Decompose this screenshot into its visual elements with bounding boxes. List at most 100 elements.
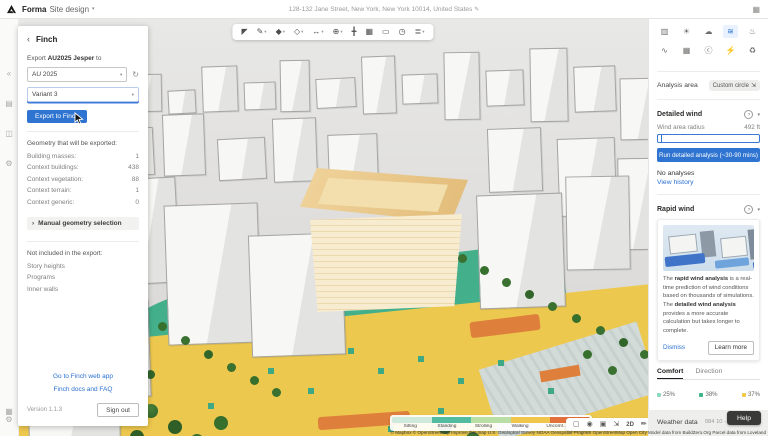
building xyxy=(619,78,648,141)
box-mode-icon[interactable]: ▢ xyxy=(573,421,580,428)
draw-tool[interactable]: ✎▾ xyxy=(257,28,267,36)
chevron-down-icon: ▾ xyxy=(264,29,266,35)
geometry-row: Context vegetation:88 xyxy=(27,174,139,185)
operational-energy-icon[interactable]: ⚡ xyxy=(723,44,738,57)
chevron-down-icon: ▾ xyxy=(340,29,342,35)
layers-tool[interactable]: ≣▾ xyxy=(415,28,425,36)
finch-docs-link[interactable]: Finch docs and FAQ xyxy=(27,383,139,396)
teal-speckles xyxy=(348,348,354,354)
chevron-down-icon[interactable]: ▾ xyxy=(92,6,95,12)
building xyxy=(201,65,239,112)
measure-tool[interactable]: ↔▾ xyxy=(312,28,323,36)
history-tool[interactable]: ◷ xyxy=(399,28,406,36)
environment-tool[interactable]: ⊕▾ xyxy=(333,28,343,36)
chevron-down-icon: ▾ xyxy=(321,29,323,35)
table-tool[interactable]: ▦ xyxy=(365,28,373,36)
building xyxy=(485,69,524,106)
selected-building-body xyxy=(310,214,462,312)
building xyxy=(217,137,267,181)
chevron-down-icon[interactable]: ▾ xyxy=(757,207,760,213)
noise-icon[interactable]: ∿ xyxy=(657,44,672,57)
learn-more-button[interactable]: Learn more xyxy=(708,341,754,355)
sculpt-tool[interactable]: ◆▾ xyxy=(276,28,285,36)
shapes-icon: ◇ xyxy=(294,28,300,36)
solar-panel-icon[interactable]: ▦ xyxy=(679,44,694,57)
product-switcher[interactable]: Site design xyxy=(49,5,89,14)
thermal-comfort-icon[interactable]: ♨ xyxy=(745,25,760,38)
embodied-carbon-icon[interactable]: ⓒ xyxy=(701,44,716,57)
help-button[interactable]: Help xyxy=(727,411,761,425)
sign-out-button[interactable]: Sign out xyxy=(97,403,139,417)
legend-swatch-sitting xyxy=(392,417,432,423)
building xyxy=(167,89,196,114)
excluded-item: Story heights xyxy=(27,261,139,272)
2d-mode-button[interactable]: 2D xyxy=(626,422,634,428)
analysis-area-chip[interactable]: Custom circle ⇲ xyxy=(709,80,760,91)
table-icon: ▦ xyxy=(365,28,373,36)
analysis-name-input[interactable] xyxy=(657,134,760,143)
geometry-row: Context buildings:438 xyxy=(27,162,139,173)
sun-hours-icon[interactable]: ☀ xyxy=(679,25,694,38)
building xyxy=(162,113,206,176)
shapes-tool[interactable]: ◇▾ xyxy=(294,28,303,36)
legend-swatch-standing xyxy=(432,417,472,423)
globe-icon: ⊕ xyxy=(333,28,340,36)
building xyxy=(565,175,631,270)
back-icon[interactable]: ‹ xyxy=(27,35,30,44)
settings-icon[interactable]: ⚙ xyxy=(5,160,12,168)
text-caret xyxy=(661,135,662,142)
rapid-wind-thumbnail xyxy=(663,225,754,271)
building xyxy=(573,65,617,112)
tab-comfort[interactable]: Comfort xyxy=(657,368,683,379)
autodesk-logo-icon xyxy=(7,5,16,14)
dismiss-link[interactable]: Dismiss xyxy=(663,344,685,351)
views-icon[interactable]: ▣ xyxy=(600,421,607,428)
hub-select[interactable]: AU 2025▾ xyxy=(27,67,127,82)
panels-icon[interactable]: ▤ xyxy=(5,100,13,108)
collapse-icon[interactable]: « xyxy=(7,70,11,78)
analysis-panel: ▥ ☀ ☁ ≋ ♨ ∿ ▦ ⓒ ⚡ ♻ Analysis area Custom… xyxy=(648,18,768,410)
visibility-icon[interactable]: ◉ xyxy=(587,421,593,428)
fullscreen-icon[interactable]: ⇲ xyxy=(613,421,619,428)
building xyxy=(272,117,318,182)
edit-address-icon[interactable]: ✎ xyxy=(474,7,479,13)
select-icon: ◤ xyxy=(241,28,247,36)
section-tool[interactable]: ▭ xyxy=(382,28,390,36)
gear-icon[interactable]: ⚙ xyxy=(5,416,12,424)
wind-icon[interactable]: ≋ xyxy=(723,25,738,38)
brand-name: Forma xyxy=(22,5,46,14)
pencil-icon: ✎ xyxy=(257,28,264,36)
variant-select[interactable]: Variant 3▾ xyxy=(27,87,139,102)
statistics-icon[interactable]: ▥ xyxy=(657,25,672,38)
select-tool[interactable]: ◤ xyxy=(241,28,247,36)
top-bar: Forma Site design ▾ 128-132 Jane Street,… xyxy=(0,0,768,19)
tab-direction[interactable]: Direction xyxy=(695,368,722,379)
view-history-link[interactable]: View history xyxy=(657,179,760,186)
daylight-icon[interactable]: ☁ xyxy=(701,25,716,38)
chevron-down-icon: ▾ xyxy=(120,72,122,78)
finch-panel: ‹ Finch Export AU2025 Jesper to AU 2025▾… xyxy=(18,26,148,426)
finch-webapp-link[interactable]: Go to Finch web app xyxy=(27,370,139,383)
transform-tool[interactable]: ╋ xyxy=(352,28,357,36)
library-icon[interactable]: ◫ xyxy=(5,130,13,138)
weather-data-label: Weather data xyxy=(657,419,698,426)
chevron-down-icon[interactable]: ▾ xyxy=(757,112,760,118)
help-icon[interactable]: ? xyxy=(744,205,753,214)
building xyxy=(487,127,543,193)
annotate-pen-icon[interactable]: ✏ xyxy=(641,421,647,428)
building xyxy=(280,60,311,113)
chevron-down-icon: ▾ xyxy=(132,92,134,98)
legend-swatch-walking xyxy=(511,417,551,423)
microclimate-icon[interactable]: ♻ xyxy=(745,44,760,57)
geometry-row: Context terrain:1 xyxy=(27,185,139,196)
run-detailed-analysis-button[interactable]: Run detailed analysis (~30-90 mins) xyxy=(657,148,760,162)
excluded-item: Programs xyxy=(27,272,139,283)
detailed-wind-title: Detailed wind xyxy=(657,111,702,118)
apps-grid-icon[interactable]: ▦ xyxy=(752,5,760,14)
help-icon[interactable]: ? xyxy=(744,110,753,119)
left-rail: « ▤ ◫ ⚙ ▦ ⚙ xyxy=(0,18,19,436)
manual-geometry-selection[interactable]: › Manual geometry selection xyxy=(27,217,139,230)
sync-icon[interactable]: ↻ xyxy=(132,70,139,79)
rapid-wind-card: The rapid wind analysis is a real-time p… xyxy=(657,219,760,361)
measure-icon: ↔ xyxy=(312,28,320,36)
